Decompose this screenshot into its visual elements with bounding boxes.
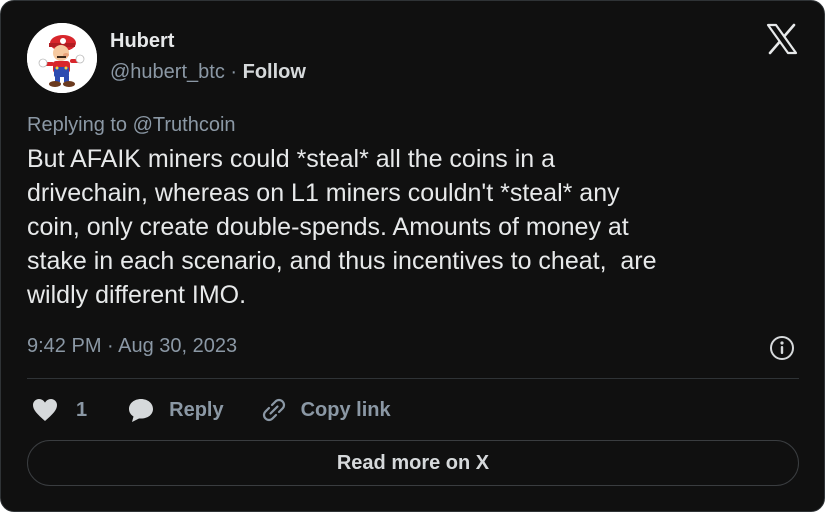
reply-label: Reply bbox=[169, 398, 224, 421]
like-count: 1 bbox=[76, 398, 88, 421]
tweet-card: Hubert @hubert_btc · Follow Replying to … bbox=[0, 0, 825, 512]
info-icon[interactable] bbox=[769, 335, 795, 361]
x-logo-icon[interactable] bbox=[766, 23, 798, 55]
author-info: Hubert @hubert_btc · Follow bbox=[110, 29, 306, 85]
action-bar: 1 Reply Copy link bbox=[27, 394, 391, 426]
read-more-button[interactable]: Read more on X bbox=[27, 440, 799, 486]
divider bbox=[27, 378, 799, 379]
author-handle-line: @hubert_btc · Follow bbox=[110, 59, 306, 85]
follow-button[interactable]: Follow bbox=[243, 61, 306, 83]
copy-link-label: Copy link bbox=[300, 398, 391, 421]
like-button[interactable]: 1 bbox=[27, 398, 87, 422]
link-icon bbox=[262, 398, 285, 422]
speech-bubble-icon bbox=[129, 399, 154, 422]
author-handle[interactable]: @hubert_btc bbox=[110, 61, 225, 83]
replying-to: Replying to @Truthcoin bbox=[27, 114, 236, 136]
mario-avatar-image bbox=[27, 23, 97, 93]
tweet-timestamp[interactable]: 9:42 PM · Aug 30, 2023 bbox=[27, 334, 237, 358]
tweet-text: But AFAIK miners could *steal* all the c… bbox=[27, 145, 657, 309]
reply-button[interactable]: Reply bbox=[127, 397, 224, 423]
copy-link-button[interactable]: Copy link bbox=[261, 397, 391, 423]
avatar[interactable] bbox=[27, 23, 97, 93]
author-name[interactable]: Hubert bbox=[110, 29, 306, 53]
heart-icon bbox=[33, 399, 57, 421]
handle-separator: · bbox=[230, 61, 238, 83]
